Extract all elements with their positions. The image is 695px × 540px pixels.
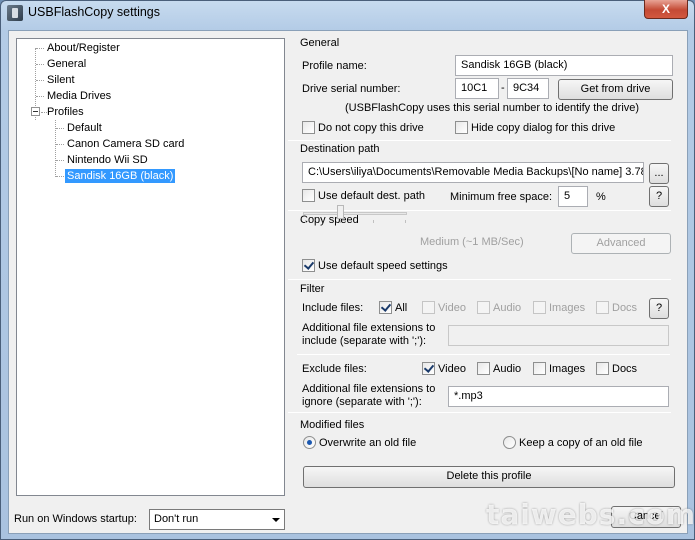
- include-video-label: Video: [438, 302, 466, 314]
- profile-name-label: Profile name:: [302, 60, 367, 72]
- exclude-images-checkbox[interactable]: [533, 362, 546, 375]
- min-free-label: Minimum free space:: [450, 191, 553, 203]
- include-images-label: Images: [549, 302, 586, 314]
- watermark: taiwebs.com: [486, 498, 695, 531]
- advanced-button[interactable]: Advanced: [571, 233, 671, 254]
- exclude-files-label: Exclude files:: [302, 363, 367, 375]
- slider-tick: [373, 220, 374, 223]
- browse-button[interactable]: ...: [649, 163, 669, 184]
- delete-profile-button[interactable]: Delete this profile: [303, 466, 675, 488]
- serial-label: Drive serial number:: [302, 83, 401, 95]
- slider-tick: [405, 220, 406, 223]
- use-default-speed-checkbox[interactable]: [302, 259, 315, 272]
- exclude-ext-label-2: ignore (separate with ';'):: [302, 396, 422, 408]
- use-default-path-label: Use default dest. path: [318, 190, 426, 202]
- include-images-checkbox[interactable]: [533, 301, 546, 314]
- filter-help-button[interactable]: ?: [649, 298, 669, 319]
- overwrite-label: Overwrite an old file: [319, 437, 417, 449]
- keep-copy-radio[interactable]: [503, 436, 516, 449]
- filter-separator: [297, 354, 670, 355]
- exclude-audio-label: Audio: [493, 363, 522, 375]
- exclude-audio-checkbox[interactable]: [477, 362, 490, 375]
- include-all-checkbox[interactable]: [379, 301, 392, 314]
- do-not-copy-label: Do not copy this drive: [318, 122, 424, 134]
- serial-part2-input[interactable]: 9C34: [507, 78, 549, 99]
- get-from-drive-button[interactable]: Get from drive: [558, 79, 673, 100]
- include-all-label: All: [395, 302, 408, 314]
- modified-files-title: Modified files: [300, 419, 365, 431]
- help-button[interactable]: ?: [649, 186, 669, 207]
- include-audio-checkbox[interactable]: [477, 301, 490, 314]
- keep-copy-label: Keep a copy of an old file: [519, 437, 643, 449]
- include-audio-label: Audio: [493, 302, 522, 314]
- slider-tick: [305, 220, 306, 223]
- include-files-label: Include files:: [302, 302, 364, 314]
- destination-path-input[interactable]: C:\Users\iliya\Documents\Removable Media…: [302, 162, 644, 183]
- profile-name-input[interactable]: Sandisk 16GB (black): [455, 55, 673, 76]
- speed-level-label: Medium (~1 MB/Sec): [420, 236, 524, 248]
- exclude-ext-label-1: Additional file extensions to: [302, 383, 436, 395]
- use-default-path-checkbox[interactable]: [302, 189, 315, 202]
- exclude-video-label: Video: [438, 363, 466, 375]
- copy-speed-title: Copy speed: [300, 214, 359, 226]
- min-free-input[interactable]: 5: [558, 186, 588, 207]
- do-not-copy-checkbox[interactable]: [302, 121, 315, 134]
- include-video-checkbox[interactable]: [422, 301, 435, 314]
- speed-slider-thumb[interactable]: [337, 205, 344, 219]
- general-title: General: [300, 37, 340, 49]
- filter-title: Filter: [300, 283, 325, 295]
- exclude-ext-input[interactable]: *.mp3: [448, 386, 669, 407]
- hide-dialog-checkbox[interactable]: [455, 121, 468, 134]
- include-ext-label-2: include (separate with ';'):: [302, 335, 427, 347]
- include-ext-input[interactable]: [448, 325, 669, 346]
- exclude-docs-label: Docs: [612, 363, 638, 375]
- exclude-images-label: Images: [549, 363, 586, 375]
- exclude-docs-checkbox[interactable]: [596, 362, 609, 375]
- settings-window: USBFlashCopy settings X About/Register G…: [0, 0, 695, 540]
- serial-part1-input[interactable]: 10C1: [455, 78, 499, 99]
- speed-slider-track: [303, 212, 407, 215]
- hide-dialog-label: Hide copy dialog for this drive: [471, 122, 616, 134]
- serial-dash: -: [501, 82, 505, 94]
- destination-title: Destination path: [300, 143, 380, 155]
- profile-panel: General Profile name: Sandisk 16GB (blac…: [1, 1, 695, 539]
- serial-note: (USBFlashCopy uses this serial number to…: [345, 102, 640, 114]
- overwrite-radio[interactable]: [303, 436, 316, 449]
- slider-tick: [340, 220, 341, 223]
- include-ext-label-1: Additional file extensions to: [302, 322, 436, 334]
- include-docs-label: Docs: [612, 302, 638, 314]
- use-default-speed-label: Use default speed settings: [318, 260, 448, 272]
- include-docs-checkbox[interactable]: [596, 301, 609, 314]
- exclude-video-checkbox[interactable]: [422, 362, 435, 375]
- percent-label: %: [596, 191, 606, 203]
